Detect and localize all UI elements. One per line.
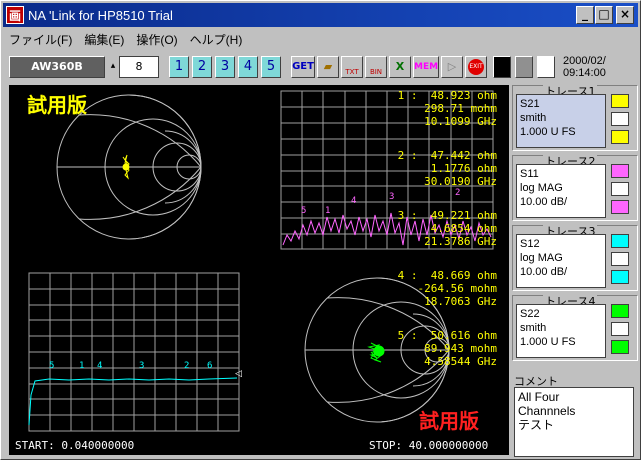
- trace-group-4: トレース4 S22 smith 1.000 U FS: [512, 293, 638, 361]
- datetime-display: 2000/02/ 09:14:00: [563, 55, 639, 79]
- app-icon[interactable]: 画: [6, 6, 24, 24]
- toolbar: AW360B ▴ 8 1 2 3 4 5 GET ▰ TXT BIN X MEM…: [3, 52, 638, 82]
- svg-text:3: 3: [389, 192, 394, 202]
- color-black-button[interactable]: [493, 56, 511, 78]
- svg-text:2: 2: [455, 188, 460, 198]
- excel-icon[interactable]: X: [389, 56, 411, 78]
- svg-text:6: 6: [207, 361, 212, 371]
- get-button[interactable]: GET: [291, 56, 315, 78]
- save-txt-button[interactable]: TXT: [341, 56, 363, 78]
- maximize-button[interactable]: □: [595, 6, 613, 24]
- svg-text:4: 4: [97, 361, 102, 371]
- trace-toggle-3[interactable]: [611, 252, 629, 266]
- comment-textarea[interactable]: All Four Channnels テスト: [514, 387, 634, 457]
- trace-panel: トレース1 S21 smith 1.000 U FS トレース2 S11 log MA…: [512, 83, 638, 457]
- save-bin-button[interactable]: BIN: [365, 56, 387, 78]
- analyzer-display: 5 1 4 3 2 5 1 4 3 2 6 ◁ 試用版 試用版 1: 48.923 ohm 29…: [9, 85, 509, 455]
- channel-button-2[interactable]: 2: [192, 56, 212, 78]
- trace-marker-swatch-4[interactable]: [611, 340, 629, 354]
- svg-text:3: 3: [139, 361, 144, 371]
- minimize-button[interactable]: _: [576, 6, 594, 24]
- svg-text:4: 4: [351, 196, 356, 206]
- trace-color-swatch-4[interactable]: [611, 304, 629, 318]
- marker-readout-1: 1 : 48.923 ohm 298.71 mohm 10.1099 GHz: [397, 89, 497, 128]
- svg-text:5: 5: [49, 361, 54, 371]
- trace-marker-swatch-1[interactable]: [611, 130, 629, 144]
- svg-text:1: 1: [79, 361, 84, 371]
- trace-toggle-4[interactable]: [611, 322, 629, 336]
- count-input[interactable]: 8: [119, 56, 159, 78]
- watermark-top: 試用版: [27, 93, 87, 117]
- trace-marker-swatch-3[interactable]: [611, 270, 629, 284]
- trace-toggle-2[interactable]: [611, 182, 629, 196]
- model-selector[interactable]: AW360B: [9, 56, 105, 78]
- svg-text:2: 2: [184, 361, 189, 371]
- grid-bottom-left: [28, 272, 240, 432]
- app-window: 画 NA 'Link for HP8510 Trial _ □ × ファイル(F…: [0, 0, 641, 460]
- window-title: NA 'Link for HP8510 Trial: [28, 7, 173, 23]
- comment-group: コメント All Four Channnels テスト: [512, 373, 638, 457]
- menu-help[interactable]: ヘルプ(H): [184, 31, 249, 48]
- markers-s12: 5 1 4 3 2 6: [49, 361, 212, 371]
- title-bar[interactable]: 画 NA 'Link for HP8510 Trial _ □ ×: [3, 3, 638, 27]
- spin-arrows-icon[interactable]: ▴: [109, 56, 117, 78]
- channel-button-3[interactable]: 3: [215, 56, 235, 78]
- reference-marker-icon: ◁: [235, 369, 242, 379]
- svg-text:5: 5: [301, 206, 306, 216]
- date-text: 2000/02/: [563, 55, 606, 67]
- trace-color-swatch-1[interactable]: [611, 94, 629, 108]
- channel-button-5[interactable]: 5: [261, 56, 281, 78]
- trace-s12: [28, 377, 238, 426]
- trace-info-1[interactable]: S21 smith 1.000 U FS: [516, 94, 606, 148]
- menu-operation[interactable]: 操作(O): [130, 31, 183, 48]
- play-icon[interactable]: ▷: [441, 56, 463, 78]
- trace-marker-swatch-2[interactable]: [611, 200, 629, 214]
- marker-readout-2: 2 : 47.442 ohm 1.1776 ohm 30.0190 GHz: [397, 149, 497, 188]
- time-text: 09:14:00: [563, 67, 606, 79]
- trace-color-swatch-2[interactable]: [611, 164, 629, 178]
- marker-readout-3: 3 : 49.221 ohm 4.6854 ohm 21.3786 GHz: [397, 209, 497, 248]
- menu-bar: ファイル(F) 編集(E) 操作(O) ヘルプ(H): [3, 29, 638, 49]
- trace-group-1: トレース1 S21 smith 1.000 U FS: [512, 83, 638, 151]
- menu-edit[interactable]: 編集(E): [78, 31, 130, 48]
- stop-frequency: STOP: 40.000000000: [369, 439, 489, 452]
- channel-button-1[interactable]: 1: [169, 56, 189, 78]
- trace-group-2: トレース2 S11 log MAG 10.00 dB/: [512, 153, 638, 221]
- start-frequency: START: 0.040000000: [15, 439, 135, 452]
- color-gray-button[interactable]: [515, 56, 533, 78]
- trace-group-3: トレース3 S12 log MAG 10.00 dB/: [512, 223, 638, 291]
- trace-info-3[interactable]: S12 log MAG 10.00 dB/: [516, 234, 606, 288]
- channel-button-4[interactable]: 4: [238, 56, 258, 78]
- menu-file[interactable]: ファイル(F): [3, 31, 78, 48]
- trace-toggle-1[interactable]: [611, 112, 629, 126]
- close-button[interactable]: ×: [616, 6, 634, 24]
- smith-trace-s21: [122, 154, 130, 180]
- watermark-bottom: 試用版: [419, 409, 479, 433]
- trace-info-2[interactable]: S11 log MAG 10.00 dB/: [516, 164, 606, 218]
- trace-color-swatch-3[interactable]: [611, 234, 629, 248]
- marker-readout-5: 5 : 50.616 ohm 89.943 mohm 4.58544 GHz: [397, 329, 497, 368]
- trace-info-4[interactable]: S22 smith 1.000 U FS: [516, 304, 606, 358]
- open-folder-icon[interactable]: ▰: [317, 56, 339, 78]
- color-white-button[interactable]: [537, 56, 555, 78]
- marker-readout-4: 4 : 48.669 ohm -264.56 mohm 18.7063 GHz: [397, 269, 497, 308]
- memory-button[interactable]: MEM: [413, 56, 439, 78]
- exit-button[interactable]: EXIT: [465, 56, 487, 78]
